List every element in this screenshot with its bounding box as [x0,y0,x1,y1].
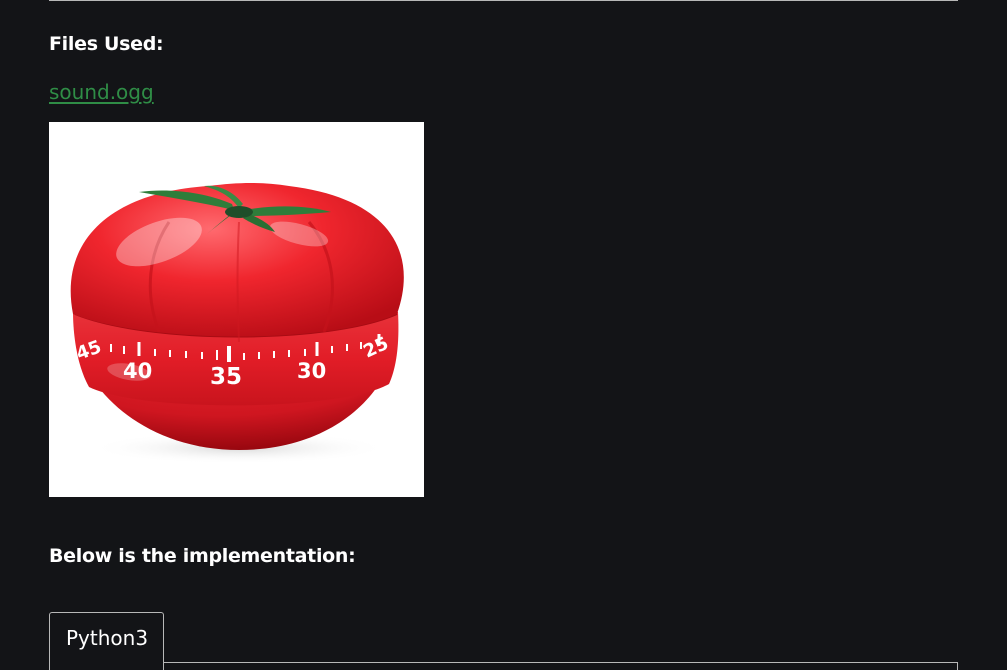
article-page: Files Used: sound.ogg 45 40 35 30 25 Bel… [0,0,1007,670]
tab-python3-label: Python3 [66,626,149,650]
dial-number-40: 40 [123,359,152,383]
dial-number-30: 30 [297,359,326,383]
files-used-heading: Files Used: [49,33,164,55]
code-panel-border [164,662,958,670]
tomato-timer-illustration: 45 40 35 30 25 [70,183,404,464]
sound-file-link[interactable]: sound.ogg [49,80,154,104]
tomato-timer-image: 45 40 35 30 25 [49,122,424,497]
implementation-heading: Below is the implementation: [49,545,356,567]
section-divider [49,0,958,1]
dial-number-35: 35 [210,364,242,390]
tab-python3[interactable]: Python3 [49,612,164,670]
